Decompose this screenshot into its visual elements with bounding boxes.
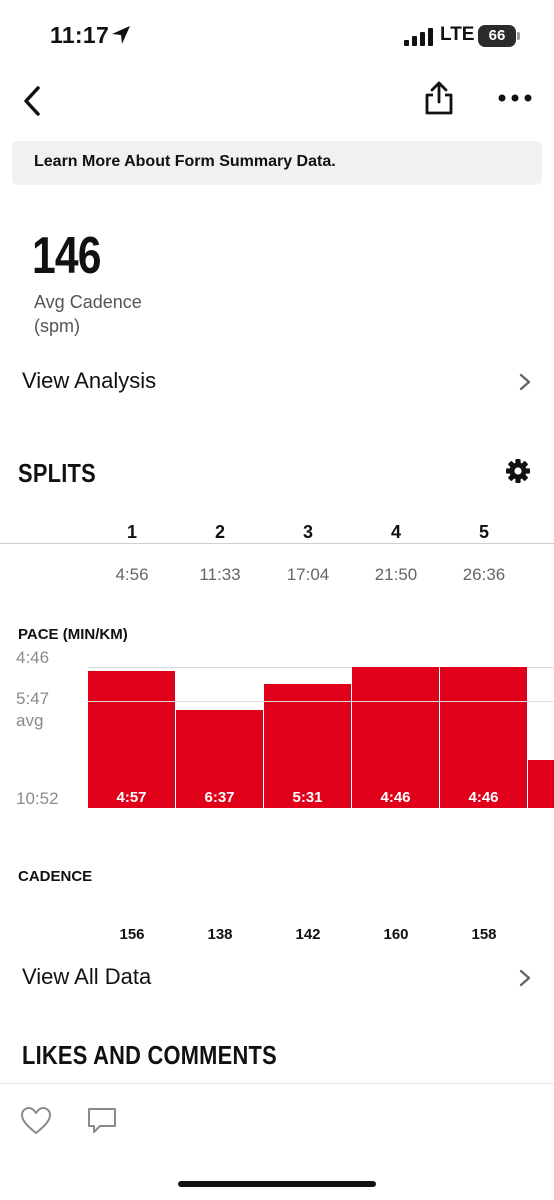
split-time: 26:36 <box>462 565 506 584</box>
pace-bar <box>88 671 175 808</box>
pace-bar-label: 6:37 <box>204 789 235 806</box>
pace-bar <box>528 760 554 808</box>
pace-avg-line <box>88 701 554 703</box>
share-icon[interactable] <box>422 80 456 116</box>
network-type: LTE <box>440 24 475 45</box>
home-indicator <box>178 1181 376 1187</box>
pace-top-gridline <box>88 667 554 668</box>
splits-title: SPLITS <box>18 458 96 488</box>
y-tick-label: 5:47 <box>16 689 50 708</box>
view-analysis-label: View Analysis <box>22 368 157 393</box>
pace-bar-label: 4:46 <box>468 789 499 806</box>
split-number: 4 <box>390 522 401 542</box>
pace-bar <box>176 709 263 808</box>
likes-divider <box>0 1083 554 1084</box>
y-tick-label: avg <box>16 711 44 730</box>
view-all-data-row[interactable]: View All Data <box>0 956 554 1000</box>
cadence-value: 160 <box>383 926 409 943</box>
split-time: 4:56 <box>115 565 149 584</box>
more-options-icon[interactable] <box>496 88 534 108</box>
cadence-value: 156 <box>119 926 145 943</box>
split-number: 1 <box>126 522 137 542</box>
gear-icon[interactable] <box>505 458 531 484</box>
pace-chart-title: PACE (MIN/KM) <box>18 626 128 643</box>
y-tick-label: 10:52 <box>16 789 59 808</box>
form-summary-banner[interactable]: Learn More About Form Summary Data. <box>12 141 542 185</box>
split-number: 5 <box>478 522 489 542</box>
pace-bar <box>352 667 439 808</box>
battery-icon: 66 <box>478 25 516 47</box>
cadence-title: CADENCE <box>18 868 93 885</box>
split-time: 21:50 <box>374 565 418 584</box>
view-all-data-label: View All Data <box>22 964 152 989</box>
pace-bar <box>264 684 351 808</box>
y-tick-label: 4:46 <box>16 648 50 667</box>
view-analysis-row[interactable]: View Analysis <box>0 360 554 404</box>
status-time: 11:17 <box>50 22 110 48</box>
pace-bar <box>440 667 527 808</box>
avg-cadence-label: Avg Cadence (spm) <box>34 290 234 338</box>
signal-icon <box>404 28 433 46</box>
splits-divider <box>0 543 554 544</box>
chevron-right-icon <box>519 373 531 391</box>
cadence-value: 142 <box>295 926 321 943</box>
location-arrow-icon <box>112 26 130 44</box>
pace-bar-label: 5:31 <box>292 789 323 806</box>
cadence-value: 158 <box>471 926 497 943</box>
back-chevron-icon[interactable] <box>18 84 48 118</box>
comment-icon[interactable] <box>86 1106 118 1136</box>
pace-bar-label: 4:57 <box>116 789 147 806</box>
split-number: 2 <box>214 522 225 542</box>
split-time: 3 <box>532 565 554 585</box>
banner-text: Learn More About Form Summary Data. <box>34 153 336 170</box>
likes-comments-title: LIKES AND COMMENTS <box>22 1040 277 1070</box>
heart-icon[interactable] <box>20 1106 52 1136</box>
pace-bar-label: 4:46 <box>380 789 411 806</box>
avg-cadence-value: 146 <box>32 227 102 285</box>
cadence-value: 138 <box>207 926 233 943</box>
avg-cadence-unit: (spm) <box>34 316 80 336</box>
split-number: 3 <box>302 522 313 542</box>
split-time: 11:33 <box>199 565 241 584</box>
avg-cadence-label-text: Avg Cadence <box>34 292 142 312</box>
chevron-right-icon <box>519 969 531 987</box>
battery-tip <box>517 32 520 40</box>
split-time: 17:04 <box>286 565 330 584</box>
